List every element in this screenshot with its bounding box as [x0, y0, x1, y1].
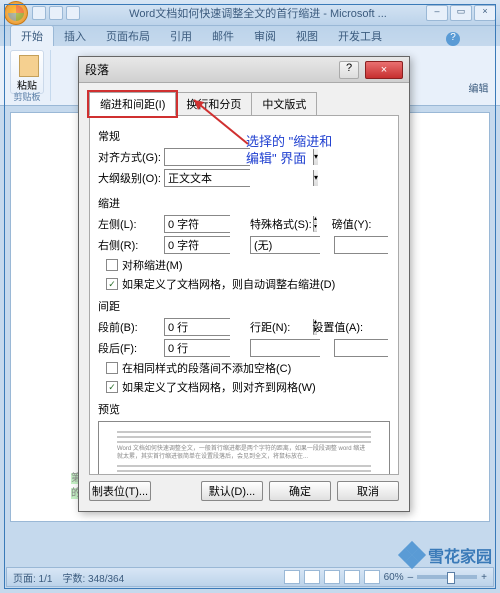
tab-indent-spacing[interactable]: 缩进和间距(I): [89, 92, 176, 116]
screenshot-frame: [4, 4, 496, 589]
